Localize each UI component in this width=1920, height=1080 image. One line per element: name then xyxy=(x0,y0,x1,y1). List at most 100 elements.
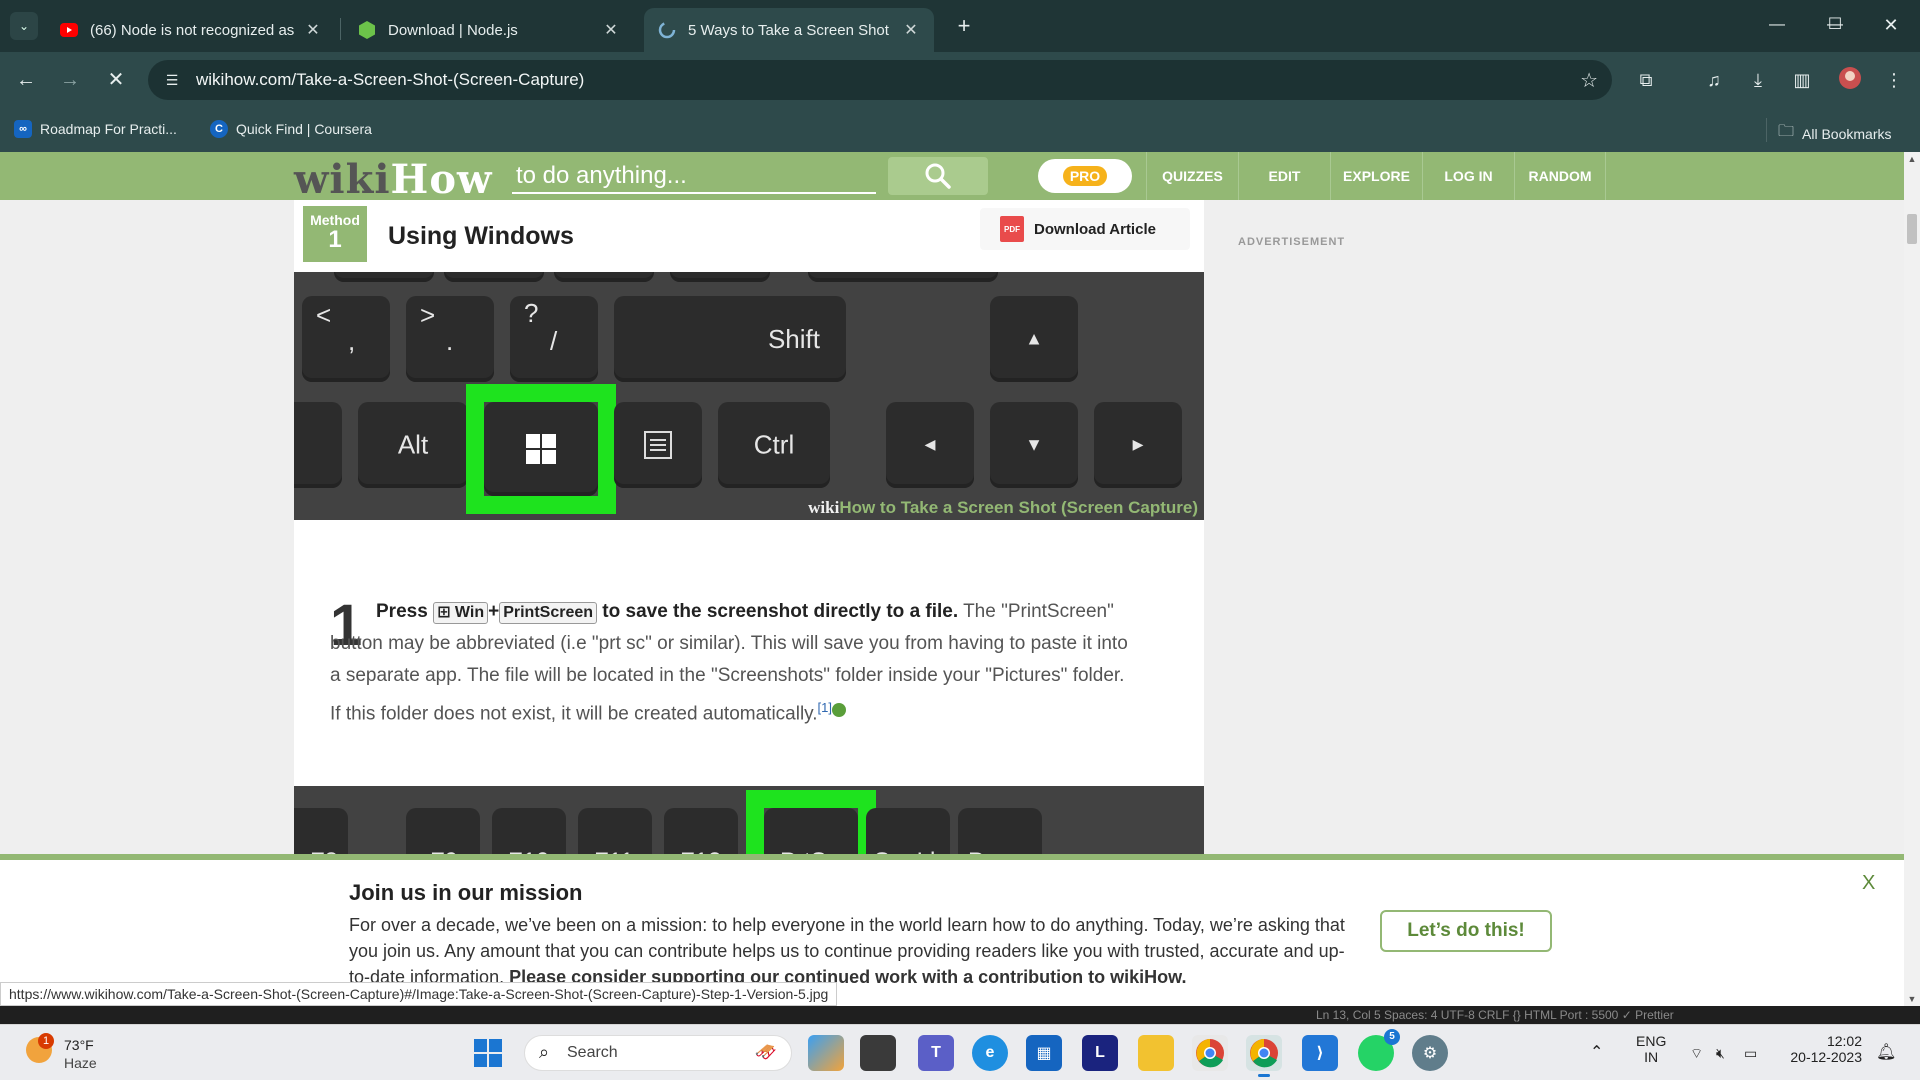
nodejs-icon xyxy=(358,21,376,39)
media-control-icon[interactable]: ♫ xyxy=(1700,66,1728,94)
battery-icon[interactable]: ▭ xyxy=(1744,1025,1757,1080)
extensions-icon[interactable]: ⧉ xyxy=(1632,66,1660,94)
lets-do-this-button[interactable]: Let’s do this! xyxy=(1380,910,1552,952)
site-info-icon[interactable]: ☰ xyxy=(162,70,182,90)
url-text[interactable]: wikihow.com/Take-a-Screen-Shot-(Screen-C… xyxy=(196,70,584,90)
nav-random[interactable]: RANDOM xyxy=(1514,152,1606,200)
download-article-button[interactable]: PDF Download Article xyxy=(980,208,1190,250)
taskbar-search[interactable]: ⌕ Search 🛷 xyxy=(524,1035,792,1071)
banner-text: For over a decade, we’ve been on a missi… xyxy=(349,915,1345,987)
chrome-icon[interactable] xyxy=(1192,1035,1228,1071)
logo-how: How xyxy=(390,156,493,203)
search-highlight-icon: 🛷 xyxy=(754,1042,777,1062)
tab-search-button[interactable]: ⌄ xyxy=(10,12,38,40)
nav-edit[interactable]: EDIT xyxy=(1238,152,1330,200)
back-arrow-icon[interactable]: ← xyxy=(10,64,42,96)
minimize-button[interactable]: — xyxy=(1754,10,1800,40)
wikihow-header: wikiHow to do anything... PRO QUIZZES ED… xyxy=(0,152,1904,203)
key-win-label: ⊞ Win xyxy=(433,602,489,624)
volume-muted-icon[interactable]: 🔇︎ xyxy=(1716,1025,1725,1080)
key-down: ▼ xyxy=(990,402,1078,488)
tab-title: (66) Node is not recognized as xyxy=(90,21,294,39)
nav-quizzes[interactable]: QUIZZES xyxy=(1146,152,1238,200)
close-icon[interactable]: ✕ xyxy=(602,20,620,40)
chevron-up-icon[interactable]: ⌃ xyxy=(1590,1025,1603,1080)
bookmark-coursera[interactable]: C Quick Find | Coursera xyxy=(210,120,372,138)
method-title: Using Windows xyxy=(388,222,574,250)
search-button[interactable] xyxy=(888,157,988,195)
vscode-icon[interactable]: ⟩ xyxy=(1302,1035,1338,1071)
lens-icon[interactable]: L xyxy=(1082,1035,1118,1071)
store-icon[interactable]: ▦ xyxy=(1026,1035,1062,1071)
pro-label: PRO xyxy=(1063,166,1107,186)
keyboard-key xyxy=(808,272,998,282)
close-icon[interactable]: ✕ xyxy=(304,20,322,40)
keyboard-key xyxy=(294,402,342,488)
downloads-icon[interactable]: ⤓ xyxy=(1744,66,1772,94)
windows-logo-icon xyxy=(526,434,556,464)
wikihow-logo[interactable]: wikiHow xyxy=(294,156,492,203)
address-bar[interactable]: ☰ wikihow.com/Take-a-Screen-Shot-(Screen… xyxy=(148,60,1612,100)
forward-arrow-icon[interactable]: → xyxy=(54,64,86,96)
search-input[interactable]: to do anything... xyxy=(512,160,876,194)
page-scrollbar[interactable]: ▲ ▼ xyxy=(1904,152,1920,1006)
step-image[interactable]: < , > . ? / Shift ▲ Alt Ctrl ◄ ▼ ► wikiH… xyxy=(294,272,1204,520)
key-right: ► xyxy=(1094,402,1182,488)
vscode-status-text: Ln 13, Col 5 Spaces: 4 UTF-8 CRLF {} HTM… xyxy=(1316,1008,1674,1022)
settings-gear-icon[interactable]: ⚙ xyxy=(1412,1035,1448,1071)
menu-key-icon xyxy=(644,431,672,459)
new-tab-button[interactable]: + xyxy=(950,12,978,40)
lang-secondary: IN xyxy=(1644,1049,1659,1065)
start-button[interactable] xyxy=(474,1039,502,1067)
close-window-button[interactable]: ✕ xyxy=(1868,10,1914,40)
key-shift: Shift xyxy=(614,296,846,382)
bookmark-star-icon[interactable]: ☆ xyxy=(1580,68,1598,93)
banner-close-button[interactable]: X xyxy=(1862,872,1875,895)
wifi-icon[interactable]: ⌔ xyxy=(1690,1025,1703,1080)
menu-kebab-icon[interactable]: ⋮ xyxy=(1880,66,1908,94)
key-comma: < , xyxy=(302,296,390,382)
notification-badge: 1 xyxy=(38,1033,54,1049)
method-badge: Method 1 xyxy=(303,206,367,262)
bookmark-label: Roadmap For Practi... xyxy=(40,121,177,137)
side-panel-icon[interactable]: ▥ xyxy=(1788,66,1816,94)
tab-nodejs[interactable]: Download | Node.js ✕ xyxy=(344,8,634,52)
bookmark-roadmap[interactable]: ∞ Roadmap For Practi... xyxy=(14,120,177,138)
scroll-up-arrow[interactable]: ▲ xyxy=(1904,154,1920,164)
close-icon[interactable]: ✕ xyxy=(902,20,920,40)
file-explorer-icon[interactable] xyxy=(1138,1035,1174,1071)
download-article-label: Download Article xyxy=(1034,220,1156,238)
maximize-button[interactable]: ☐ xyxy=(1812,10,1858,40)
teams-icon[interactable]: T xyxy=(918,1035,954,1071)
clock[interactable]: 12:02 20-12-2023 xyxy=(1786,1033,1862,1065)
pdf-icon: PDF xyxy=(1000,216,1024,242)
all-bookmarks[interactable]: 🗀 All Bookmarks xyxy=(1778,120,1891,147)
nav-login[interactable]: LOG IN xyxy=(1422,152,1514,200)
copilot-icon[interactable] xyxy=(808,1035,844,1071)
nav-explore[interactable]: EXPLORE xyxy=(1330,152,1422,200)
all-bookmarks-label: All Bookmarks xyxy=(1802,125,1892,142)
link-status-bubble: https://www.wikihow.com/Take-a-Screen-Sh… xyxy=(0,982,838,1006)
tab-wikihow[interactable]: 5 Ways to Take a Screen Shot (S ✕ xyxy=(644,8,934,52)
keyboard-key xyxy=(444,272,544,282)
tab-youtube[interactable]: (66) Node is not recognized as ✕ xyxy=(46,8,336,52)
key-windows xyxy=(484,402,598,496)
chrome-active-icon[interactable] xyxy=(1246,1035,1282,1077)
scroll-down-arrow[interactable]: ▼ xyxy=(1904,994,1920,1004)
whatsapp-icon[interactable]: 5 xyxy=(1358,1029,1400,1071)
edge-icon[interactable]: e xyxy=(972,1035,1008,1071)
task-view-icon[interactable] xyxy=(860,1035,896,1071)
lang-primary: ENG xyxy=(1636,1033,1667,1049)
browser-toolbar: ← → ✕ ☰ wikihow.com/Take-a-Screen-Shot-(… xyxy=(0,52,1920,108)
scrollbar-thumb[interactable] xyxy=(1907,214,1917,244)
image-watermark: wikiHow to Take a Screen Shot (Screen Ca… xyxy=(808,498,1198,517)
notification-bell-icon[interactable]: 🔔︎ xyxy=(1876,1025,1896,1080)
key-alt: Alt xyxy=(358,402,468,488)
key-ctrl: Ctrl xyxy=(718,402,830,488)
citation-link[interactable]: [1] xyxy=(818,700,832,715)
method-number: 1 xyxy=(328,226,342,253)
stop-loading-icon[interactable]: ✕ xyxy=(100,64,132,96)
language-indicator[interactable]: ENG IN xyxy=(1636,1033,1666,1065)
profile-avatar[interactable] xyxy=(1836,66,1864,94)
pro-button[interactable]: PRO xyxy=(1038,159,1132,193)
